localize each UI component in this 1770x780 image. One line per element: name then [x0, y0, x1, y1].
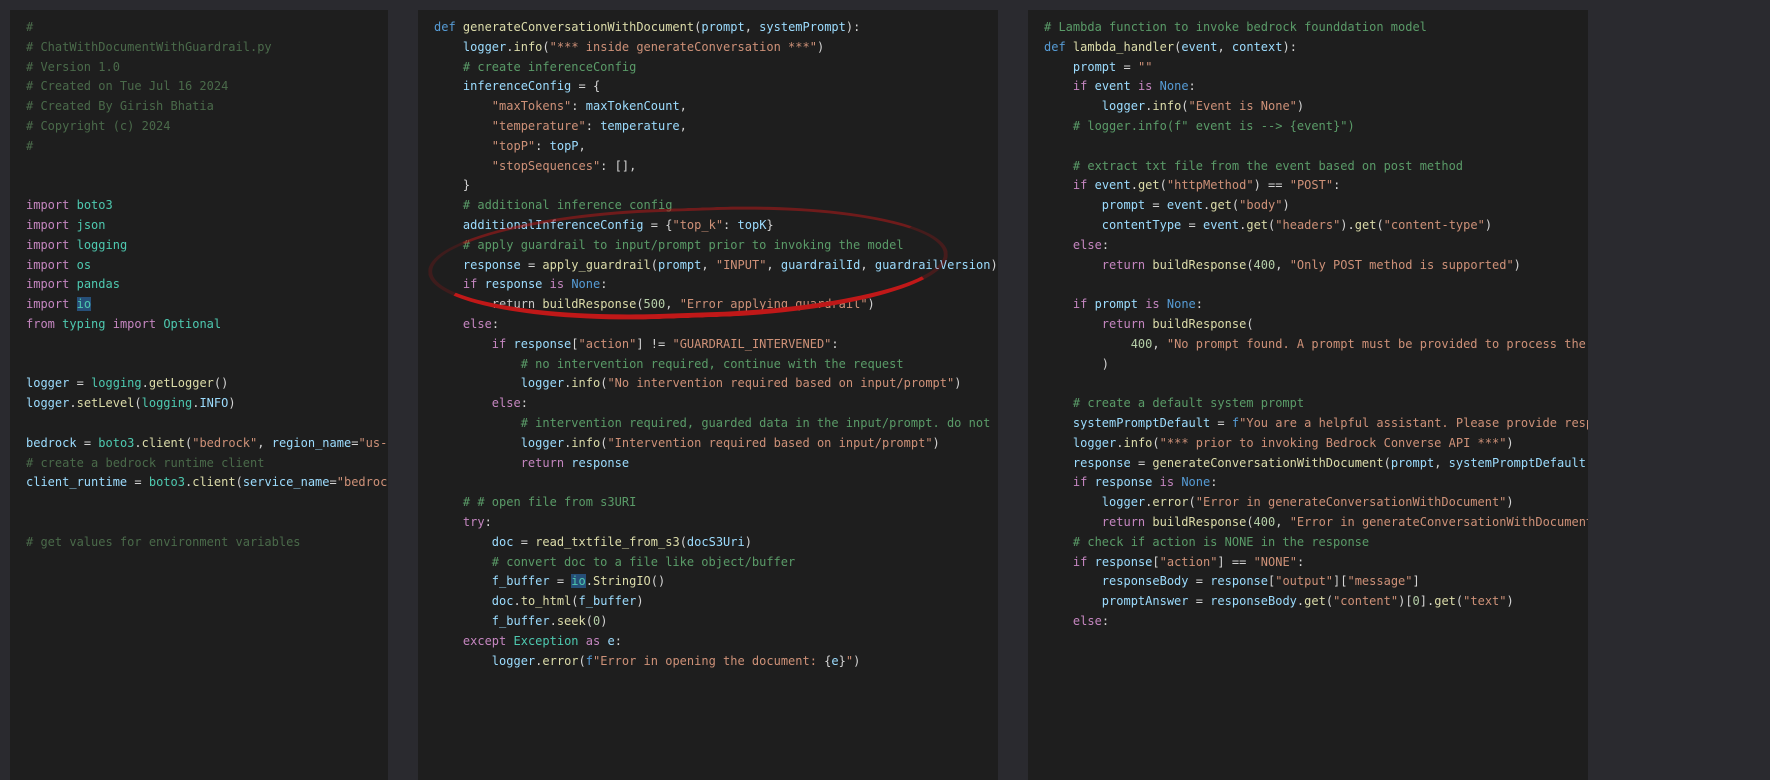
comment: # Copyright (c) 2024	[26, 119, 171, 133]
comment: # Created on Tue Jul 16 2024	[26, 79, 228, 93]
import-module: os	[77, 258, 91, 272]
editor-pane-3[interactable]: # Lambda function to invoke bedrock foun…	[1028, 10, 1588, 780]
comment: #	[26, 20, 33, 34]
comment: # Created By Girish Bhatia	[26, 99, 214, 113]
import-module: pandas	[77, 277, 120, 291]
comment: # Version 1.0	[26, 60, 120, 74]
import-module: boto3	[77, 198, 113, 212]
code-block-1[interactable]: # # ChatWithDocumentWithGuardrail.py # V…	[10, 10, 388, 561]
code-block-3[interactable]: # Lambda function to invoke bedrock foun…	[1028, 10, 1588, 640]
editor-pane-2[interactable]: def generateConversationWithDocument(pro…	[418, 10, 998, 780]
import-module: logging	[77, 238, 128, 252]
import-module: json	[77, 218, 106, 232]
editor-pane-1[interactable]: # # ChatWithDocumentWithGuardrail.py # V…	[10, 10, 388, 780]
comment: # ChatWithDocumentWithGuardrail.py	[26, 40, 272, 54]
comment: # get values for environment variables	[26, 535, 301, 549]
code-block-2[interactable]: def generateConversationWithDocument(pro…	[418, 10, 998, 679]
comment: # create a bedrock runtime client	[26, 456, 264, 470]
import-module-selected: io	[77, 297, 91, 311]
comment: #	[26, 139, 33, 153]
